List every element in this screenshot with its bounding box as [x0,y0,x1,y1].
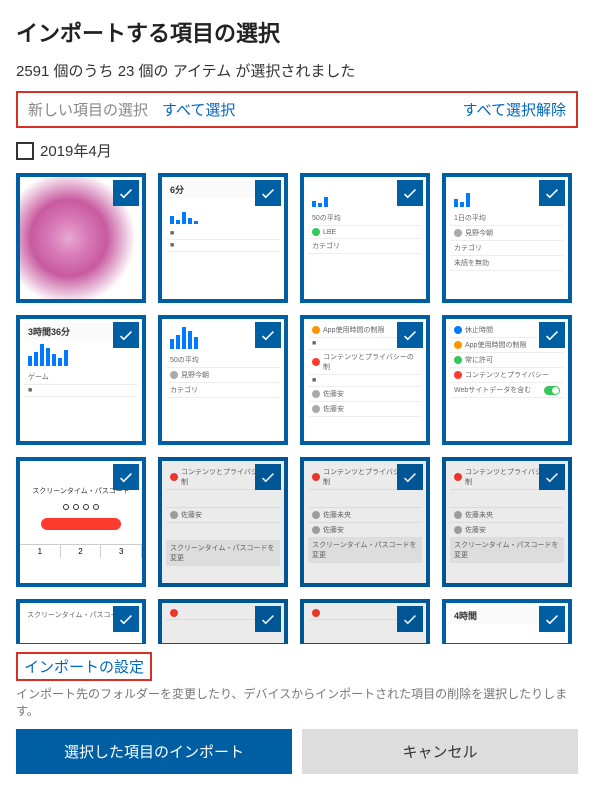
thumbnail-item[interactable]: 6分 ■ ■ [158,173,288,303]
import-settings-link[interactable]: インポートの設定 [16,652,152,681]
section-header: 2019年4月 [16,140,578,161]
checkmark-icon[interactable] [255,322,281,348]
thumbnail-item[interactable]: 3時間36分 ゲーム ■ [16,315,146,445]
thumbnail-item[interactable]: スクリーンタイム・パスコード 123 [16,457,146,587]
cancel-button[interactable]: キャンセル [302,729,578,774]
checkmark-icon[interactable] [113,180,139,206]
section-checkbox[interactable] [16,142,34,160]
checkmark-icon[interactable] [113,322,139,348]
checkmark-icon[interactable] [539,464,565,490]
footer: インポートの設定 インポート先のフォルダーを変更したり、デバイスからインポートさ… [16,652,578,774]
checkmark-icon[interactable] [539,322,565,348]
checkmark-icon[interactable] [255,606,281,632]
thumbnail-item[interactable]: コンテンツとプライバシーの制 佐藤未央 佐藤安 スクリーンタイム・パスコードを変… [442,457,572,587]
selection-count: 2591 個のうち 23 個の アイテム が選択されました [16,60,578,81]
thumbnail-grid: 6分 ■ ■ 50の平均 LBE カテゴリ 1日の平均 見野今朝 カテゴリ 未読… [16,173,578,644]
thumbnail-item[interactable] [16,173,146,303]
checkmark-icon[interactable] [113,606,139,632]
checkmark-icon[interactable] [539,606,565,632]
thumbnail-item[interactable] [300,599,430,644]
thumbnail-item[interactable]: スクリーンタイム・パスコード [16,599,146,644]
selection-label: 新しい項目の選択 [28,99,148,120]
thumbnail-item[interactable]: App使用時間の制限 ■ コンテンツとプライバシーの制 ■ 佐藤安 佐藤安 [300,315,430,445]
checkmark-icon[interactable] [397,464,423,490]
thumbnail-item[interactable]: 1日の平均 見野今朝 カテゴリ 未読を無効 [442,173,572,303]
import-button[interactable]: 選択した項目のインポート [16,729,292,774]
checkmark-icon[interactable] [113,464,139,490]
section-title: 2019年4月 [40,140,112,161]
thumbnail-item[interactable]: 50の平均 LBE カテゴリ [300,173,430,303]
select-all-link[interactable]: すべて選択 [162,99,235,120]
thumbnail-item[interactable]: 4時間 [442,599,572,644]
checkmark-icon[interactable] [397,180,423,206]
thumbnail-item[interactable]: 休止時間 App使用時間の制限 常に許可 コンテンツとプライバシー Webサイト… [442,315,572,445]
checkmark-icon[interactable] [397,606,423,632]
thumbnail-item[interactable]: 50の平均 見野今朝 カテゴリ [158,315,288,445]
checkmark-icon[interactable] [255,180,281,206]
selection-toolbar: 新しい項目の選択 すべて選択 すべて選択解除 [16,91,578,128]
thumbnail-item[interactable] [158,599,288,644]
checkmark-icon[interactable] [255,464,281,490]
page-title: インポートする項目の選択 [16,16,578,48]
deselect-all-link[interactable]: すべて選択解除 [463,99,566,120]
thumbnail-item[interactable]: コンテンツとプライバシーの制 佐藤未央 佐藤安 スクリーンタイム・パスコードを変… [300,457,430,587]
import-help-text: インポート先のフォルダーを変更したり、デバイスからインポートされた項目の削除を選… [16,685,578,719]
checkmark-icon[interactable] [539,180,565,206]
thumbnail-item[interactable]: コンテンツとプライバシーの制 佐藤安 スクリーンタイム・パスコードを変更 [158,457,288,587]
checkmark-icon[interactable] [397,322,423,348]
